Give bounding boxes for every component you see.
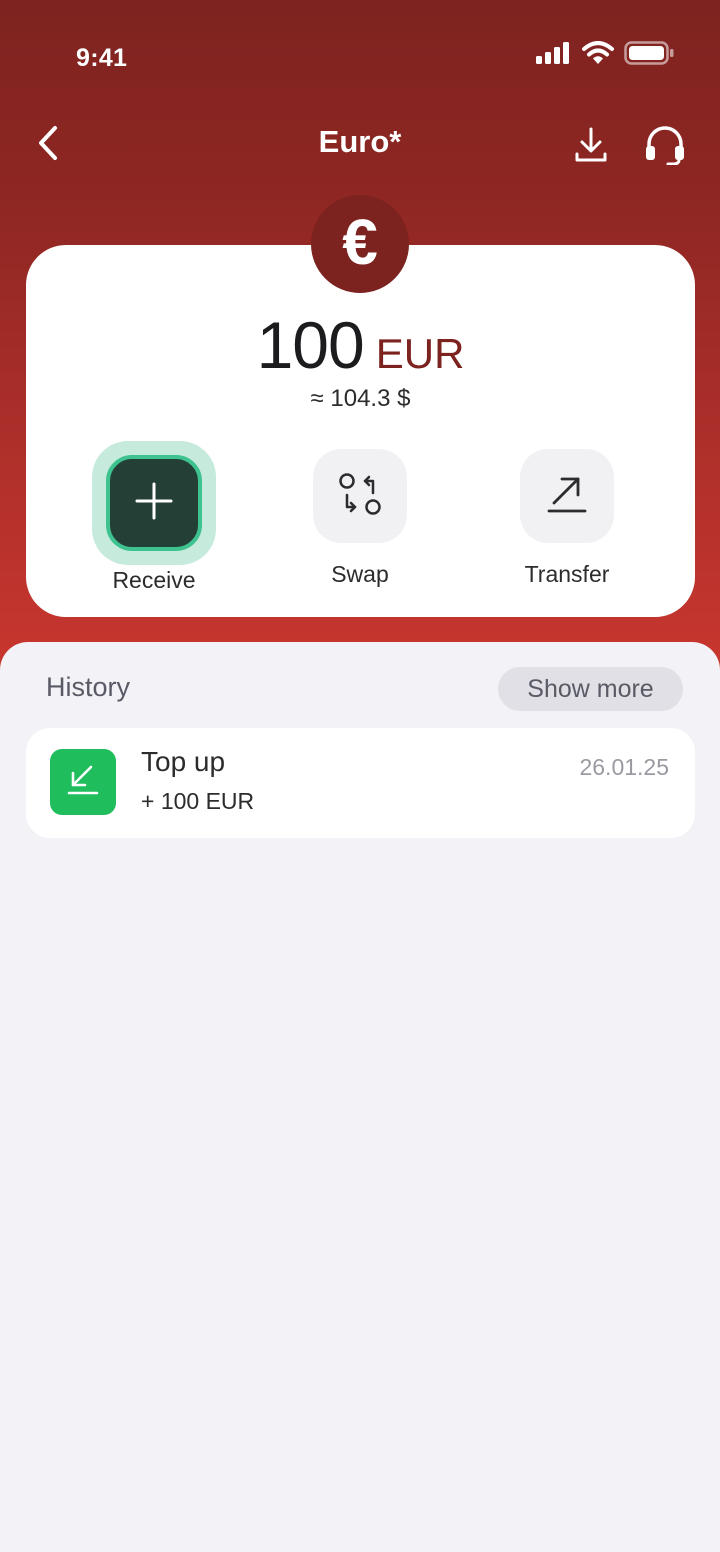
transaction-amount: + 100 EUR — [141, 788, 255, 814]
arrow-up-right-icon — [545, 472, 589, 521]
battery-icon — [624, 40, 674, 70]
support-button[interactable] — [638, 122, 692, 172]
transaction-date: 26.01.25 — [579, 754, 669, 780]
swap-label: Swap — [331, 561, 389, 587]
arrow-down-left-icon — [65, 762, 101, 803]
swap-icon — [337, 471, 383, 522]
transfer-icon-box — [520, 449, 614, 543]
receive-icon-box — [106, 455, 202, 551]
transfer-button[interactable]: Transfer — [477, 449, 657, 588]
receive-halo — [92, 441, 216, 565]
status-time: 9:41 — [76, 44, 128, 72]
currency-badge: € — [311, 195, 409, 293]
amount-value: 100 — [256, 308, 365, 382]
plus-icon — [134, 481, 174, 526]
swap-icon-box — [313, 449, 407, 543]
transfer-label: Transfer — [524, 561, 610, 587]
amount-currency: EUR — [375, 330, 465, 377]
balance-card: 100 EUR ≈ 104.3 $ Receive Swap Transfer — [26, 245, 695, 617]
swap-button[interactable]: Swap — [270, 449, 450, 588]
status-bar: 9:41 — [0, 0, 720, 100]
transaction-title: Top up — [141, 746, 226, 777]
history-sheet: History Show more Top up + 100 EUR 26.01… — [0, 642, 720, 1552]
top-navigation: Euro* — [0, 110, 720, 180]
receive-button[interactable]: Receive — [64, 441, 244, 594]
download-button[interactable] — [566, 122, 616, 172]
headset-icon — [644, 125, 686, 170]
status-icons — [536, 40, 674, 70]
approx-usd-value: ≈ 104.3 $ — [310, 385, 411, 412]
download-icon — [574, 126, 608, 169]
show-more-button[interactable]: Show more — [498, 667, 683, 711]
wifi-icon — [582, 40, 614, 70]
transaction-icon-box — [50, 749, 116, 815]
transaction-item[interactable]: Top up + 100 EUR 26.01.25 — [26, 728, 695, 838]
receive-label: Receive — [112, 567, 196, 593]
euro-icon: € — [342, 206, 378, 278]
balance-amount: 100 EUR — [26, 307, 695, 383]
history-title: History — [46, 672, 131, 702]
signal-icon — [536, 41, 572, 69]
